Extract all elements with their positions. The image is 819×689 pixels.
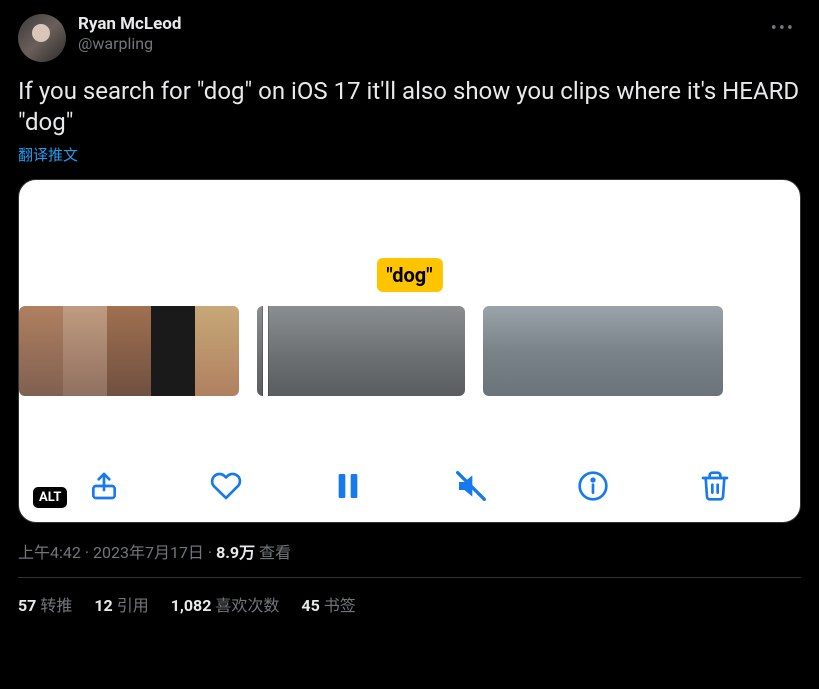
tweet-stats: 57转推 12引用 1,082喜欢次数 45书签	[18, 578, 801, 626]
translate-link[interactable]: 翻译推文	[18, 144, 78, 165]
media-container[interactable]: "dog"	[18, 179, 801, 523]
heart-icon[interactable]	[208, 468, 244, 504]
info-icon[interactable]	[575, 468, 611, 504]
views-count[interactable]: 8.9万	[216, 543, 255, 562]
author-names: Ryan McLeod @warpling	[78, 14, 765, 53]
more-icon[interactable]: •••	[765, 14, 801, 43]
views-label: 查看	[259, 543, 291, 562]
likes-stat[interactable]: 1,082喜欢次数	[171, 592, 280, 616]
playhead[interactable]	[263, 306, 268, 396]
tweet-meta: 上午4:42 · 2023年7月17日 · 8.9万 查看	[18, 539, 801, 563]
timestamp-date[interactable]: 2023年7月17日	[93, 543, 204, 562]
tweet-container: Ryan McLeod @warpling ••• If you search …	[0, 0, 819, 626]
handle[interactable]: @warpling	[78, 34, 765, 53]
clip-3[interactable]	[483, 306, 723, 396]
timestamp-time[interactable]: 上午4:42	[18, 543, 81, 562]
clip-2[interactable]	[257, 306, 465, 396]
alt-badge[interactable]: ALT	[33, 487, 67, 508]
tweet-text: If you search for "dog" on iOS 17 it'll …	[18, 76, 801, 138]
tweet-header: Ryan McLeod @warpling •••	[18, 14, 801, 62]
avatar[interactable]	[18, 14, 66, 62]
retweets-stat[interactable]: 57转推	[18, 592, 72, 616]
pause-icon[interactable]	[330, 468, 366, 504]
clip-1[interactable]	[19, 306, 239, 396]
quotes-stat[interactable]: 12引用	[94, 592, 148, 616]
trash-icon[interactable]	[697, 468, 733, 504]
video-filmstrip[interactable]	[19, 306, 800, 396]
display-name[interactable]: Ryan McLeod	[78, 14, 765, 34]
bookmarks-stat[interactable]: 45书签	[301, 592, 355, 616]
media-controls	[19, 468, 800, 504]
mute-icon[interactable]	[453, 468, 489, 504]
search-tooltip: "dog"	[376, 258, 442, 292]
share-icon[interactable]	[86, 468, 122, 504]
